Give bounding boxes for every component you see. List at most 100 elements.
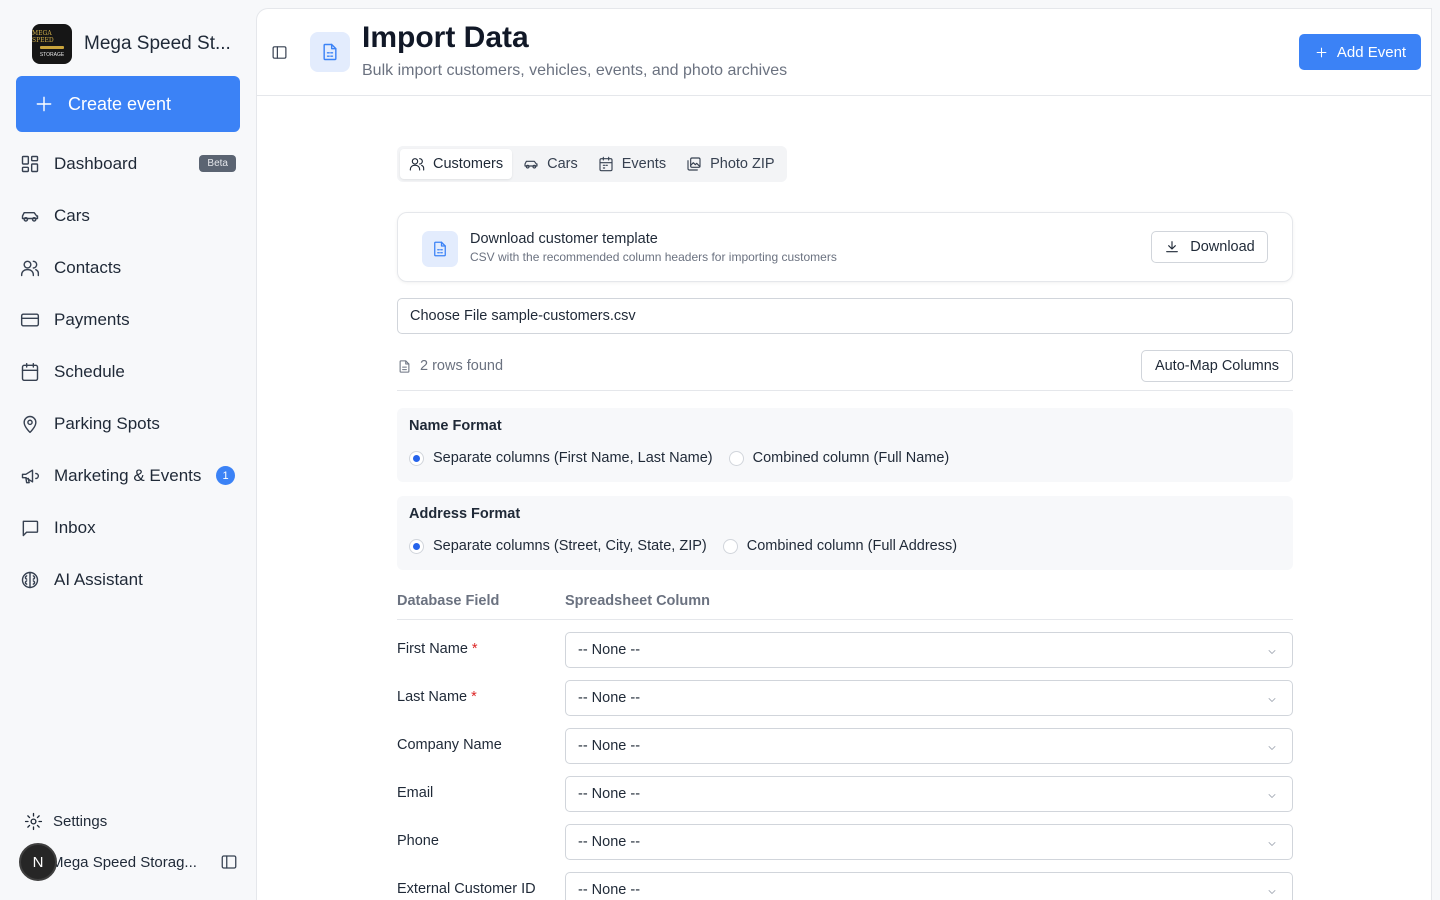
radio-indicator bbox=[409, 450, 424, 466]
select-value: -- None -- bbox=[578, 690, 641, 706]
mapping-row-email: Email -- None -- bbox=[397, 776, 1293, 812]
select-value: -- None -- bbox=[578, 834, 641, 850]
radio-indicator bbox=[728, 450, 744, 466]
import-file-icon bbox=[310, 32, 350, 72]
gear-icon bbox=[24, 812, 43, 831]
settings-link[interactable]: Settings bbox=[24, 812, 107, 831]
create-event-button[interactable]: Create event bbox=[16, 76, 240, 132]
sidebar-item-label: Marketing & Events bbox=[54, 466, 202, 485]
tab-label: Photo ZIP bbox=[710, 156, 775, 172]
message-square-icon bbox=[22, 520, 39, 537]
sidebar-item-payments[interactable]: Payments bbox=[16, 294, 240, 346]
chevron-down-icon bbox=[1268, 794, 1276, 798]
sidebar-item-contacts[interactable]: Contacts bbox=[16, 242, 240, 294]
field-label: Phone bbox=[397, 833, 439, 849]
field-label: External Customer ID bbox=[397, 881, 536, 897]
column-select[interactable]: -- None -- bbox=[565, 680, 1293, 716]
tab-label: Cars bbox=[547, 156, 578, 172]
mapping-header: Database Field Spreadsheet Column bbox=[397, 584, 1293, 620]
page-title: Import Data bbox=[362, 21, 529, 54]
brand[interactable]: MEGA SPEED STORAGE Mega Speed St... bbox=[32, 24, 231, 64]
sidebar-collapse-icon[interactable] bbox=[220, 853, 238, 871]
sidebar-item-parking-spots[interactable]: Parking Spots bbox=[16, 398, 240, 450]
file-text-icon bbox=[399, 359, 410, 373]
sidebar-item-label: Payments bbox=[54, 310, 130, 329]
file-input[interactable]: Choose File sample-customers.csv bbox=[397, 298, 1293, 334]
address-format-title: Address Format bbox=[409, 506, 521, 522]
mapping-row-first-name: First Name * -- None -- bbox=[397, 632, 1293, 668]
sidebar-item-label: Schedule bbox=[54, 362, 125, 381]
beta-badge: Beta bbox=[199, 155, 236, 172]
field-label: Company Name bbox=[397, 737, 502, 753]
address-format-separate-radio[interactable]: Separate columns (Street, City, State, Z… bbox=[409, 538, 707, 554]
auto-map-columns-button[interactable]: Auto-Map Columns bbox=[1141, 350, 1293, 382]
field-name: Last Name bbox=[397, 689, 468, 705]
name-format-title: Name Format bbox=[409, 418, 502, 434]
user-menu[interactable]: N Mega Speed Storag... bbox=[19, 843, 244, 881]
column-select[interactable]: -- None -- bbox=[565, 728, 1293, 764]
tab-photo-zip[interactable]: Photo ZIP bbox=[677, 149, 783, 179]
plus-icon bbox=[36, 96, 52, 112]
column-select[interactable]: -- None -- bbox=[565, 776, 1293, 812]
chevron-down-icon bbox=[1268, 890, 1276, 894]
page-subtitle: Bulk import customers, vehicles, events,… bbox=[362, 62, 788, 79]
panel-toggle-icon[interactable] bbox=[271, 44, 288, 61]
sidebar-item-schedule[interactable]: Schedule bbox=[16, 346, 240, 398]
sidebar-item-label: Contacts bbox=[54, 258, 122, 277]
users-icon bbox=[20, 260, 40, 277]
sidebar-item-inbox[interactable]: Inbox bbox=[16, 502, 240, 554]
brand-logo-text-top: MEGA SPEED bbox=[32, 30, 54, 44]
template-card: Download customer template CSV with the … bbox=[397, 212, 1293, 282]
sidebar-item-dashboard[interactable]: Dashboard Beta bbox=[16, 138, 240, 190]
images-icon bbox=[687, 157, 701, 171]
select-value: -- None -- bbox=[578, 882, 641, 898]
column-select[interactable]: -- None -- bbox=[565, 872, 1293, 900]
choose-file-button[interactable]: Choose File bbox=[410, 308, 487, 324]
radio-indicator bbox=[409, 538, 424, 554]
tab-cars[interactable]: Cars bbox=[514, 149, 587, 179]
name-format-separate-radio[interactable]: Separate columns (First Name, Last Name) bbox=[409, 450, 713, 466]
notification-count-badge: 1 bbox=[216, 466, 235, 485]
add-event-label: Add Event bbox=[1336, 43, 1407, 61]
tab-customers[interactable]: Customers bbox=[400, 149, 513, 179]
radio-label: Separate columns (First Name, Last Name) bbox=[433, 450, 713, 466]
required-marker: * bbox=[471, 689, 477, 705]
add-event-button[interactable]: Add Event bbox=[1299, 34, 1421, 70]
avatar: N bbox=[19, 843, 57, 881]
chevron-down-icon bbox=[1268, 650, 1276, 654]
car-icon bbox=[21, 211, 39, 222]
tab-events[interactable]: Events bbox=[589, 149, 675, 179]
column-select[interactable]: -- None -- bbox=[565, 824, 1293, 860]
sidebar-item-ai-assistant[interactable]: AI Assistant bbox=[16, 554, 240, 606]
name-format-panel: Name Format Separate columns (First Name… bbox=[397, 408, 1293, 482]
column-select[interactable]: -- None -- bbox=[565, 632, 1293, 668]
download-template-button[interactable]: Download bbox=[1151, 231, 1268, 263]
sidebar-item-label: Inbox bbox=[54, 518, 96, 537]
tab-label: Customers bbox=[433, 156, 504, 172]
credit-card-icon bbox=[20, 313, 40, 327]
brand-name: Mega Speed St... bbox=[84, 33, 231, 54]
address-format-panel: Address Format Separate columns (Street,… bbox=[397, 496, 1293, 570]
sidebar-item-marketing-events[interactable]: Marketing & Events 1 bbox=[16, 450, 240, 502]
spreadsheet-column-header: Spreadsheet Column bbox=[565, 593, 711, 609]
sidebar-item-cars[interactable]: Cars bbox=[16, 190, 240, 242]
plus-icon bbox=[1316, 47, 1327, 57]
radio-label: Combined column (Full Address) bbox=[746, 538, 958, 554]
create-event-label: Create event bbox=[68, 93, 172, 114]
sidebar-item-label: Cars bbox=[54, 206, 90, 225]
radio-label: Combined column (Full Name) bbox=[752, 450, 950, 466]
sidebar: MEGA SPEED STORAGE Mega Speed St... Crea… bbox=[0, 0, 256, 900]
name-format-combined-radio[interactable]: Combined column (Full Name) bbox=[728, 450, 950, 466]
sidebar-item-label: Parking Spots bbox=[54, 414, 160, 433]
brain-icon bbox=[21, 571, 39, 589]
megaphone-icon bbox=[21, 469, 40, 484]
chevron-down-icon bbox=[1268, 746, 1276, 750]
users-icon bbox=[409, 158, 425, 171]
address-format-combined-radio[interactable]: Combined column (Full Address) bbox=[722, 538, 958, 554]
field-label: First Name * bbox=[397, 641, 478, 657]
mapping-row-phone: Phone -- None -- bbox=[397, 824, 1293, 860]
sidebar-item-label: AI Assistant bbox=[54, 570, 143, 589]
settings-label: Settings bbox=[53, 813, 108, 830]
required-marker: * bbox=[471, 641, 478, 657]
download-icon bbox=[1166, 241, 1179, 253]
